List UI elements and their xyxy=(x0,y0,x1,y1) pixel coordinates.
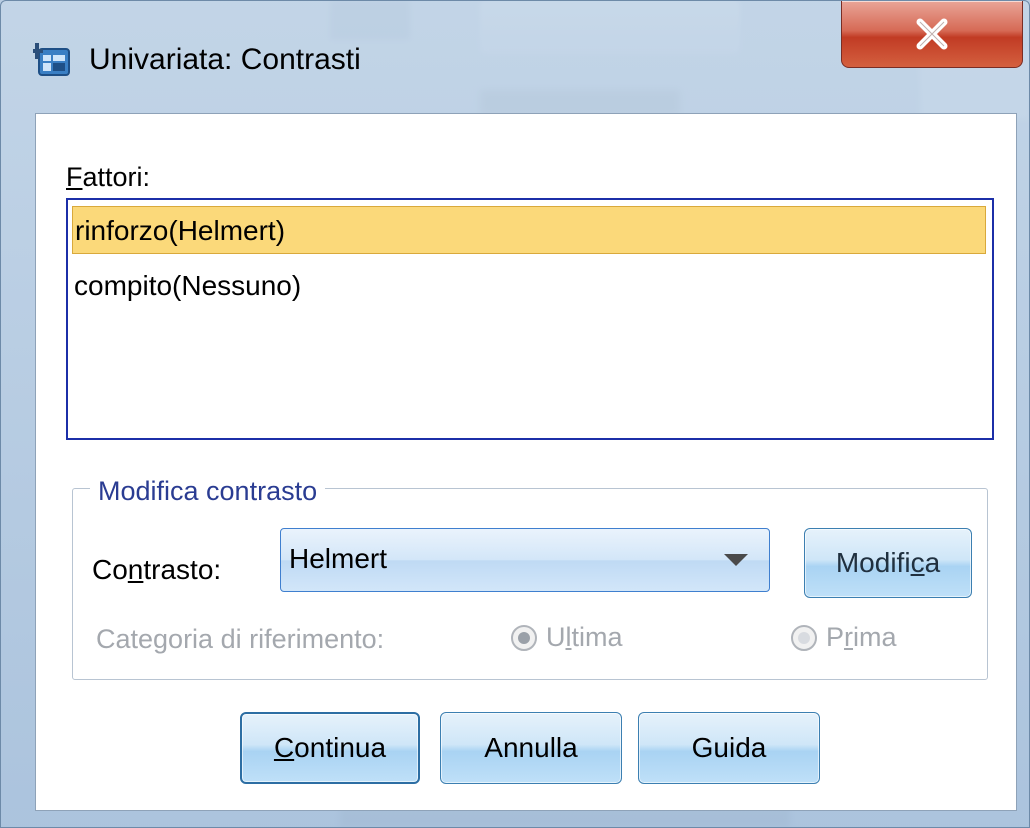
close-icon xyxy=(916,18,948,50)
help-button[interactable]: Guida xyxy=(638,712,820,784)
contrast-dropdown[interactable]: Helmert xyxy=(280,528,770,592)
chevron-down-icon xyxy=(723,553,749,572)
radio-selected-icon xyxy=(511,624,537,651)
window-title: Univariata: Contrasti xyxy=(89,43,361,76)
cancel-button[interactable]: Annulla xyxy=(440,712,622,784)
contrast-label: Contrasto: xyxy=(92,554,222,585)
factors-listbox[interactable]: rinforzo(Helmert) compito(Nessuno) xyxy=(66,198,994,440)
modify-contrast-legend: Modifica contrasto xyxy=(90,476,326,507)
factors-label: Fattori: xyxy=(66,162,151,192)
contrasts-dialog: Univariata: Contrasti Fattori: rinforzo(… xyxy=(0,0,1030,828)
dialog-content: Fattori: rinforzo(Helmert) compito(Nessu… xyxy=(35,113,1017,811)
list-item-rinforzo[interactable]: rinforzo(Helmert) xyxy=(72,206,986,254)
radio-ultima[interactable]: Ultima xyxy=(510,622,623,653)
list-item-compito[interactable]: compito(Nessuno) xyxy=(72,262,986,310)
radio-prima-label: Prima xyxy=(826,622,897,652)
title-bar[interactable]: Univariata: Contrasti xyxy=(1,1,1029,111)
radio-unselected-icon xyxy=(791,624,817,651)
contrast-dropdown-value: Helmert xyxy=(289,543,388,574)
continue-button[interactable]: Continua xyxy=(240,712,420,784)
radio-ultima-label: Ultima xyxy=(546,622,623,652)
close-button[interactable] xyxy=(841,1,1023,68)
radio-prima[interactable]: Prima xyxy=(790,622,897,653)
modify-button[interactable]: Modifi c a xyxy=(804,528,972,598)
reference-category-label: Categoria di riferimento: xyxy=(96,624,385,654)
spss-dialog-icon xyxy=(33,39,73,79)
